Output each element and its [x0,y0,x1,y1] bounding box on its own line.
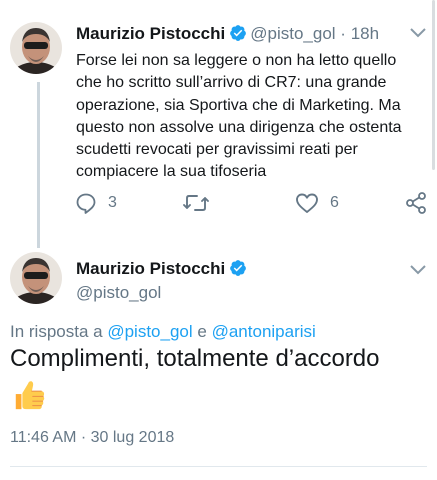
retweet-icon [183,195,209,211]
thread-connector-line [37,82,40,248]
chevron-down-icon[interactable] [409,27,427,39]
tweet-time[interactable]: 18h [351,24,379,43]
share-icon [406,192,426,214]
avatar[interactable] [10,252,62,304]
like-count: 6 [330,194,339,211]
replying-to: In risposta a @pisto_gol e @antoniparisi [10,322,316,342]
chevron-down-icon[interactable] [409,264,427,276]
reply-count: 3 [108,194,117,211]
replying-prefix: In risposta a [10,322,103,341]
author-name[interactable]: Maurizio Pistocchi [76,259,225,278]
tweet-actions: 3 6 [74,190,426,216]
author-handle[interactable]: @pisto_gol [250,24,335,43]
heart-icon [296,193,318,213]
separator-dot: · [340,24,346,43]
tweet-header: Maurizio Pistocchi @pisto_gol · 18h [76,24,407,44]
tweet-text: Complimenti, totalmente d’accordo [10,345,380,372]
reply-button[interactable]: 3 [74,190,117,216]
author-handle[interactable]: @pisto_gol [76,283,161,303]
tweet-header: Maurizio Pistocchi [76,259,250,279]
like-button[interactable]: 6 [294,190,339,216]
avatar[interactable] [10,22,62,74]
reply-icon [76,193,96,214]
scrollbar[interactable] [432,0,435,170]
author-name[interactable]: Maurizio Pistocchi [76,24,225,43]
divider [10,466,427,467]
reply-mention-link[interactable]: @pisto_gol [107,322,192,341]
replying-conjunction: e [197,322,207,341]
tweet-text: Forse lei non sa leggere o non ha letto … [76,52,402,181]
reply-mention-link[interactable]: @antoniparisi [212,322,316,341]
share-button[interactable] [404,190,428,216]
retweet-button[interactable] [182,190,220,216]
tweet-timestamp[interactable]: 11:46 AM · 30 lug 2018 [10,429,174,447]
verified-badge-icon [230,260,247,276]
verified-badge-icon [230,25,247,41]
thumbs-up-icon [15,381,45,410]
